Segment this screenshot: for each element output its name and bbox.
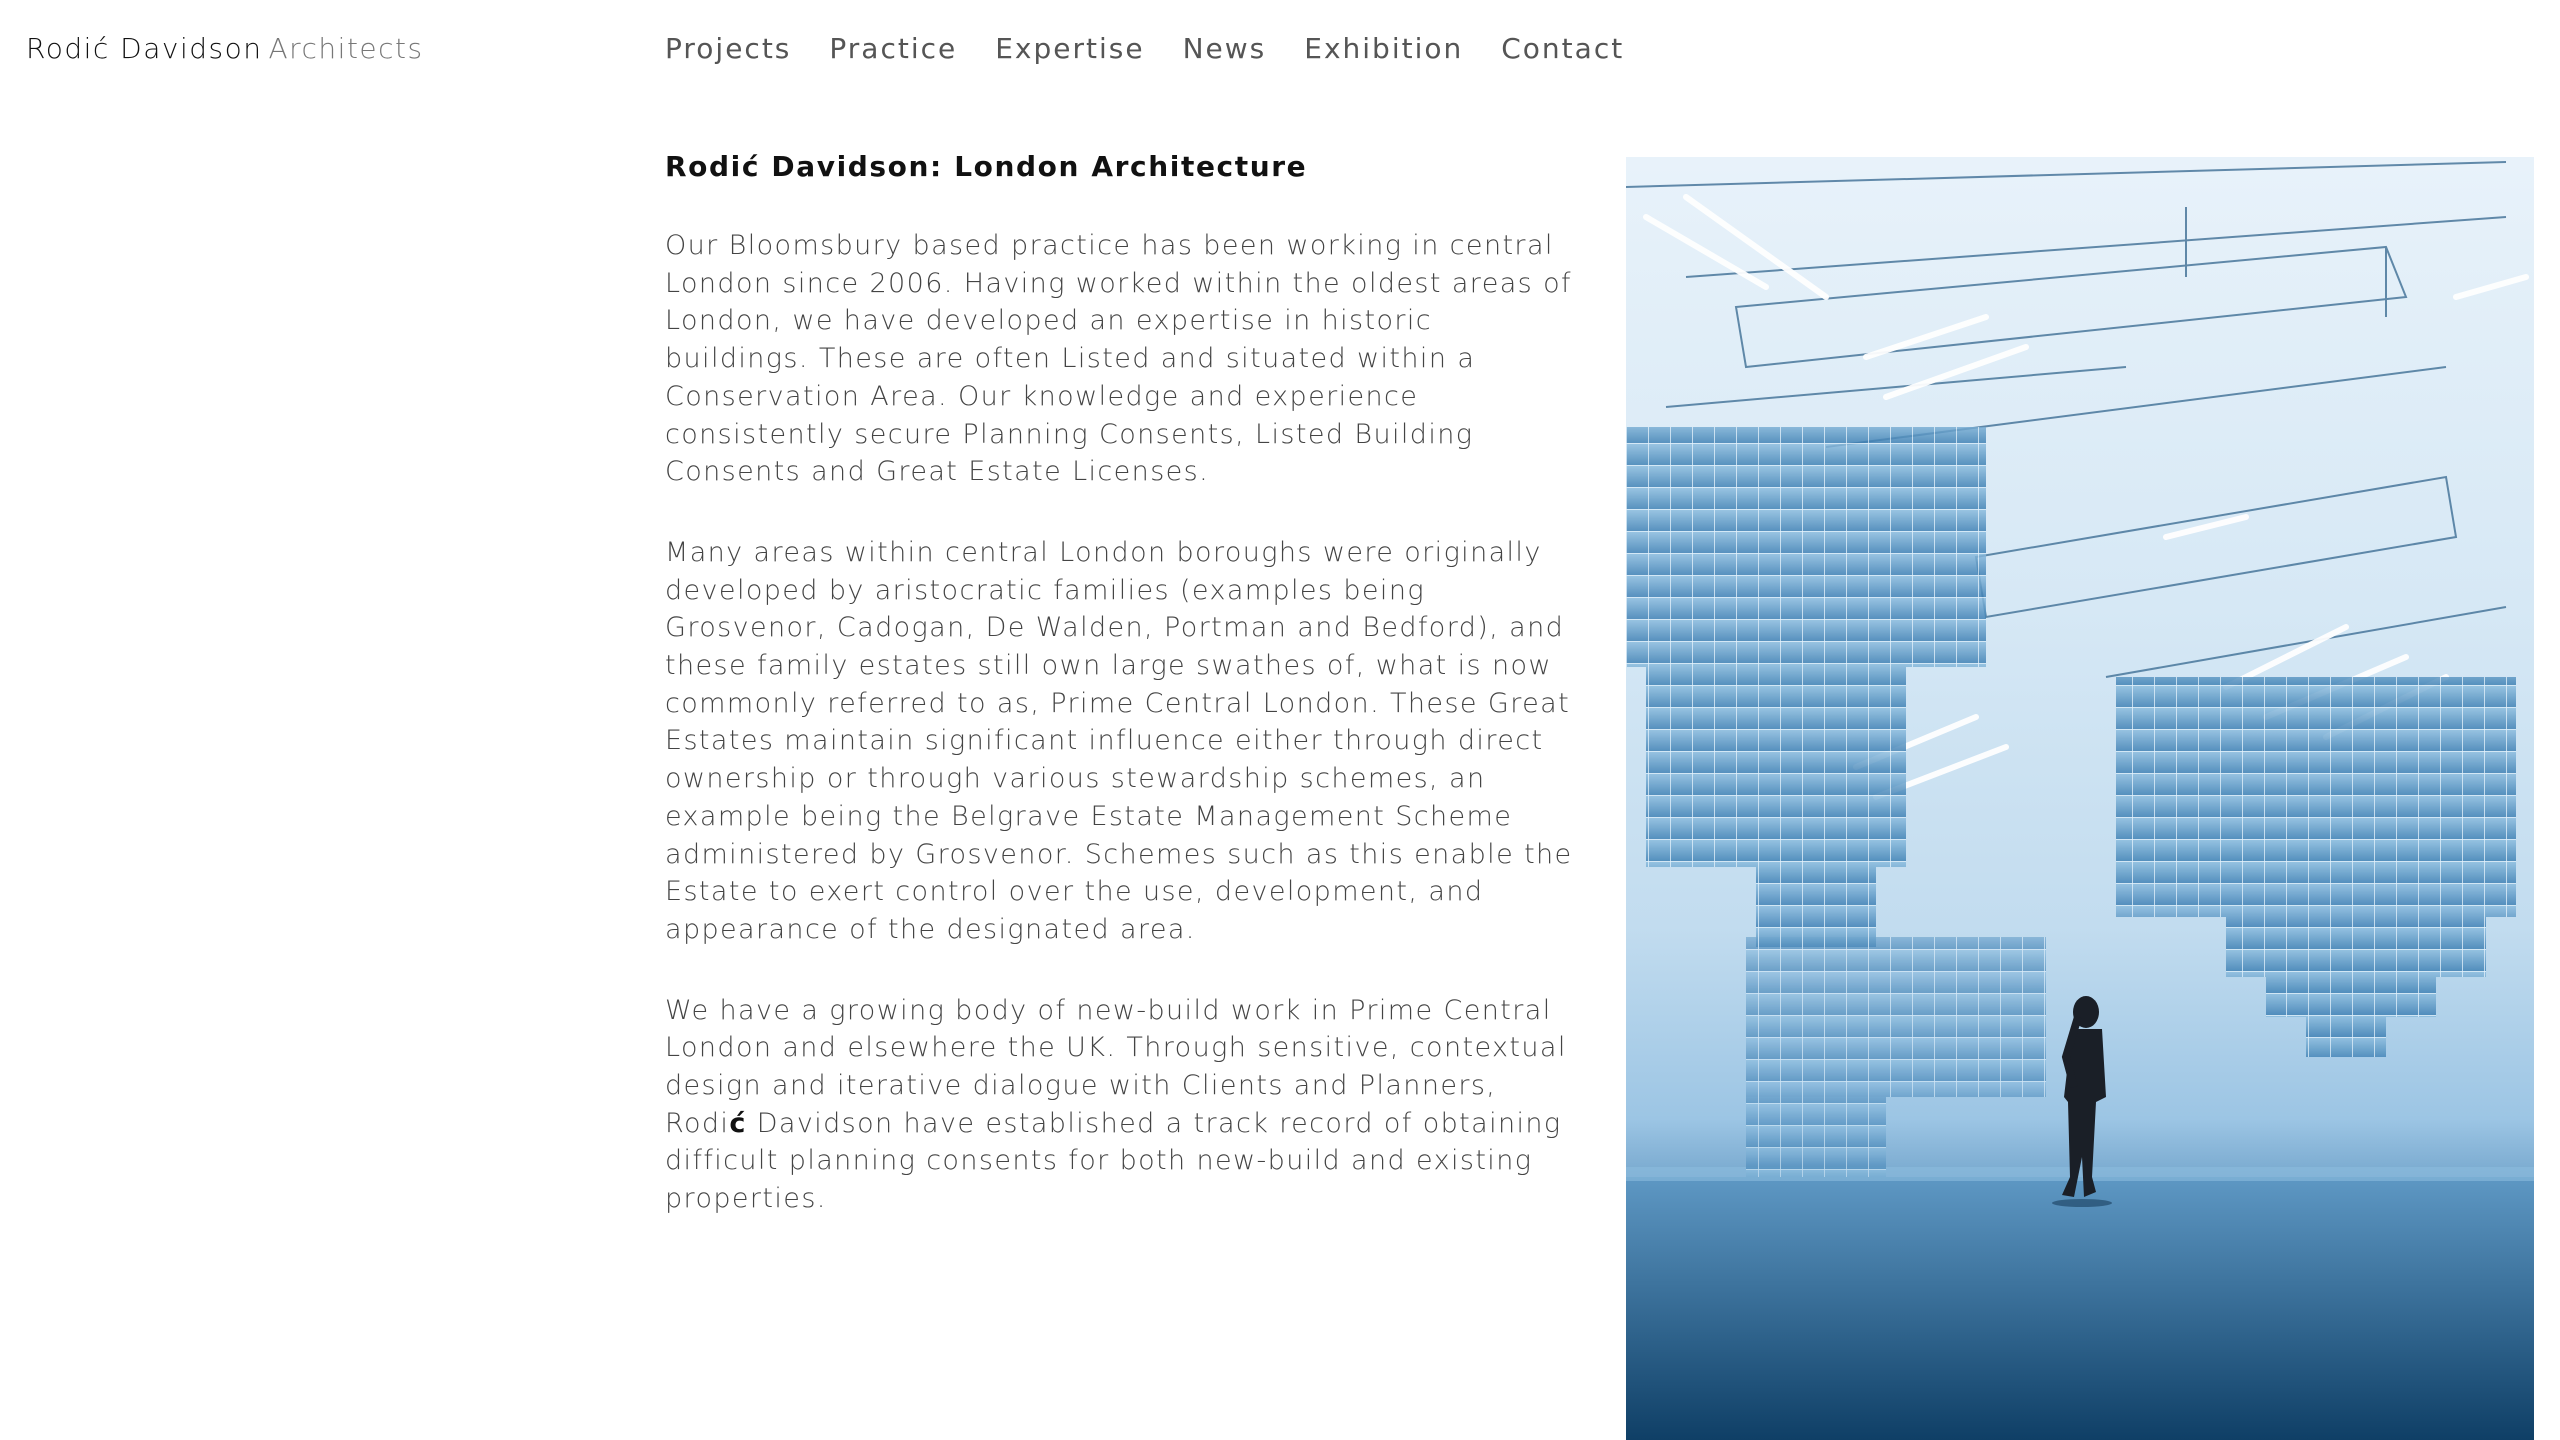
nav-expertise[interactable]: Expertise [995,32,1144,65]
paragraph-great-estates: Many areas within central London borough… [665,536,1573,945]
nav-projects[interactable]: Projects [665,32,791,65]
main-nav: Projects Practice Expertise News Exhibit… [665,32,1624,65]
paragraph-new-build-text-b: Davidson have established a track record… [665,1107,1562,1215]
nav-contact[interactable]: Contact [1501,32,1624,65]
logo-suffix: Architects [268,32,424,65]
nav-exhibition[interactable]: Exhibition [1304,32,1463,65]
paragraph-intro: Our Bloomsbury based practice has been w… [665,230,1572,488]
paragraph-new-build: We have a growing body of new-build work… [665,992,1580,1218]
nav-news[interactable]: News [1183,32,1267,65]
site-logo[interactable]: Rodić Davidson Architects [26,32,424,65]
logo-name: Rodić Davidson [26,32,263,65]
nav-practice[interactable]: Practice [829,32,957,65]
paragraph-new-build-emphasis: ć [729,1107,747,1139]
hero-image [1626,157,2534,1440]
page: Rodić Davidson Architects Projects Practi… [0,0,2560,1440]
article: Rodić Davidson: London Architecture Our … [665,150,1580,1261]
gallery-installation-photo [1626,161,2534,1440]
page-title: Rodić Davidson: London Architecture [665,150,1308,183]
